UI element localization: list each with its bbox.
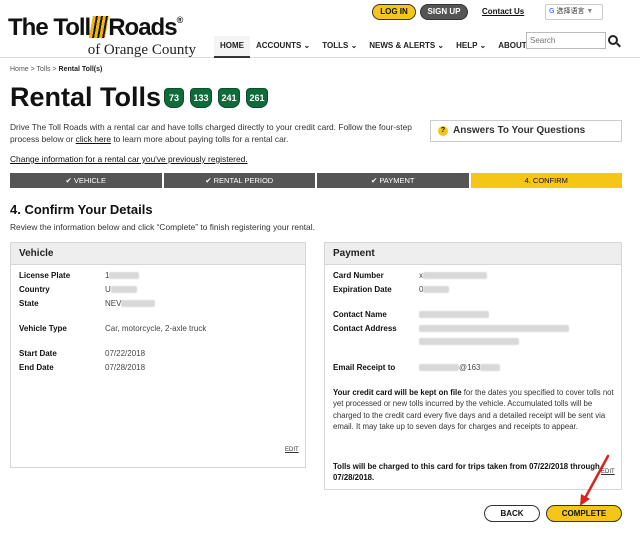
step-rental-period[interactable]: ✔ RENTAL PERIOD	[163, 173, 315, 188]
step-vehicle[interactable]: ✔ VEHICLE	[10, 173, 162, 188]
change-rental-link[interactable]: Change information for a rental car you'…	[10, 154, 248, 164]
site-header: The Toll Roads® of Orange County LOG IN S…	[0, 0, 640, 58]
nav-news-alerts[interactable]: NEWS & ALERTS ⌄	[363, 36, 450, 58]
nav-accounts[interactable]: ACCOUNTS ⌄	[250, 36, 316, 58]
contact-address-line2	[419, 337, 615, 346]
route-261-shield-icon: 261	[246, 88, 268, 108]
back-button[interactable]: BACK	[484, 505, 540, 522]
google-icon: G	[549, 8, 555, 15]
nav-help[interactable]: HELP ⌄	[450, 36, 492, 58]
red-arrow-annotation-icon	[580, 454, 610, 506]
logo-wordmark: The Toll Roads®	[8, 14, 183, 41]
vehicle-heading: Vehicle	[11, 243, 305, 265]
progress-steps: ✔ VEHICLE ✔ RENTAL PERIOD ✔ PAYMENT 4. C…	[10, 173, 622, 188]
language-select[interactable]: G 选择语言 ▼	[545, 4, 603, 20]
payment-notice: Your credit card will be kept on file fo…	[333, 388, 614, 431]
login-button[interactable]: LOG IN	[372, 4, 416, 20]
search-icon[interactable]	[608, 35, 618, 45]
breadcrumb: Home > Tolls > Rental Toll(s)	[10, 66, 103, 73]
contact-us-link[interactable]: Contact Us	[482, 7, 524, 16]
nav-home[interactable]: HOME	[214, 36, 250, 58]
click-here-link[interactable]: click here	[76, 134, 111, 144]
step-confirm: 4. CONFIRM	[470, 173, 622, 188]
breadcrumb-home[interactable]: Home	[10, 66, 29, 73]
confirm-description: Review the information below and click “…	[10, 222, 315, 232]
breadcrumb-current: Rental Toll(s)	[58, 66, 103, 73]
confirm-title: 4. Confirm Your Details	[10, 202, 153, 217]
question-icon: ?	[438, 126, 448, 136]
edit-vehicle-link[interactable]: EDIT	[285, 447, 299, 453]
intro-text: Drive The Toll Roads with a rental car a…	[10, 122, 412, 144]
breadcrumb-tolls[interactable]: Tolls	[37, 66, 51, 73]
route-73-shield-icon: 73	[164, 88, 184, 108]
toll-road-shields: 73 133 241 261	[164, 88, 268, 108]
logo-stripes-icon	[89, 16, 110, 38]
main-nav: HOME ACCOUNTS ⌄ TOLLS ⌄ NEWS & ALERTS ⌄ …	[214, 36, 560, 58]
chevron-down-icon: ▼	[586, 8, 594, 15]
answers-to-questions-button[interactable]: ? Answers To Your Questions	[430, 120, 622, 142]
page-title: Rental Tolls	[10, 82, 162, 112]
vehicle-panel: Vehicle License Plate 1 Country U State …	[10, 242, 306, 468]
nav-tolls[interactable]: TOLLS ⌄	[316, 36, 363, 58]
signup-button[interactable]: SIGN UP	[420, 4, 468, 20]
site-logo[interactable]: The Toll Roads® of Orange County	[8, 6, 208, 58]
search-input[interactable]	[526, 32, 606, 49]
charge-period-notice: Tolls will be charged to this card for t…	[333, 462, 600, 483]
route-133-shield-icon: 133	[190, 88, 212, 108]
logo-subtitle: of Orange County	[87, 42, 196, 58]
step-payment[interactable]: ✔ PAYMENT	[317, 173, 469, 188]
route-241-shield-icon: 241	[218, 88, 240, 108]
payment-heading: Payment	[325, 243, 621, 265]
